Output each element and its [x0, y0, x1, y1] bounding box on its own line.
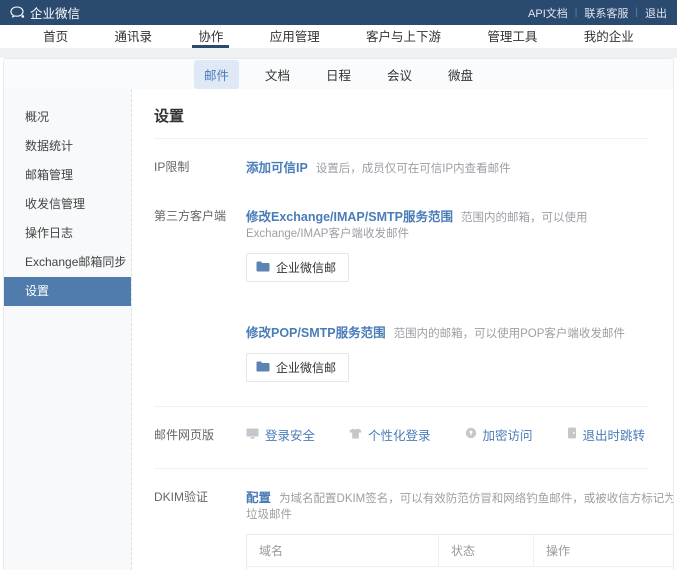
tab-docs[interactable]: 文档 — [255, 60, 300, 89]
chip-label: 企业微信邮 — [276, 259, 336, 276]
sidebar-item-exchange-sync[interactable]: Exchange邮箱同步 — [4, 248, 131, 277]
personalized-login-label: 个性化登录 — [368, 425, 431, 444]
webmail-links: 登录安全 个性化登录 加密访问 退出时跳转 — [246, 425, 649, 444]
encrypted-access-label: 加密访问 — [483, 425, 533, 444]
sidebar-item-send-receive[interactable]: 收发信管理 — [4, 190, 131, 219]
nav-item-customers[interactable]: 客户与上下游 — [360, 25, 447, 48]
mail-sidebar: 概况 数据统计 邮箱管理 收发信管理 操作日志 Exchange邮箱同步 设置 — [4, 89, 132, 570]
pop-scope-chip[interactable]: 企业微信邮 — [246, 353, 349, 382]
third-party-label: 第三方客户端 — [154, 206, 246, 382]
domain-cell: 988666.club — [247, 567, 439, 570]
brand-name: 企业微信 — [30, 3, 80, 22]
ip-restriction-row: IP限制 添加可信IP 设置后，成员仅可在可信IP内查看邮件 — [154, 157, 649, 176]
modify-pop-scope-link[interactable]: 修改POP/SMTP服务范围 — [246, 326, 386, 340]
separator: | — [635, 7, 638, 18]
pop-scope-desc: 范围内的邮箱，可以使用POP客户端收发邮件 — [394, 328, 625, 340]
logout-redirect-link[interactable]: 退出时跳转 — [567, 425, 646, 444]
logout-link[interactable]: 退出 — [645, 5, 667, 21]
dkim-desc: 为域名配置DKIM签名，可以有效防范仿冒和网络钓鱼邮件，或被收信方标记为垃圾邮件 — [246, 493, 673, 521]
sidebar-item-statistics[interactable]: 数据统计 — [4, 132, 131, 161]
folder-icon — [256, 261, 270, 275]
logout-redirect-label: 退出时跳转 — [583, 425, 646, 444]
nav-item-apps[interactable]: 应用管理 — [264, 25, 326, 48]
tshirt-icon — [349, 428, 362, 442]
tab-drive[interactable]: 微盘 — [438, 60, 483, 89]
third-party-content: 修改Exchange/IMAP/SMTP服务范围范围内的邮箱，可以使用Excha… — [246, 206, 649, 382]
door-icon — [567, 427, 577, 442]
panel-body: 概况 数据统计 邮箱管理 收发信管理 操作日志 Exchange邮箱同步 设置 … — [4, 89, 673, 570]
table-header-row: 域名 状态 操作 — [247, 535, 674, 567]
section-webmail: 邮件网页版 登录安全 个性化登录 加密访问 — [154, 407, 649, 468]
topbar-links: API文档 | 联系客服 | 退出 — [528, 5, 667, 21]
subtab-bar: 邮件 文档 日程 会议 微盘 — [4, 59, 673, 89]
modify-exchange-scope-link[interactable]: 修改Exchange/IMAP/SMTP服务范围 — [246, 210, 453, 224]
chip-label: 企业微信邮 — [276, 359, 336, 376]
nav-item-home[interactable]: 首页 — [37, 25, 74, 48]
main-nav: 首页 通讯录 协作 应用管理 客户与上下游 管理工具 我的企业 — [0, 25, 677, 48]
column-header-status: 状态 — [439, 535, 534, 567]
lock-icon — [465, 427, 477, 442]
webmail-label: 邮件网页版 — [154, 425, 246, 444]
sidebar-item-operation-log[interactable]: 操作日志 — [4, 219, 131, 248]
column-header-domain: 域名 — [247, 535, 439, 567]
topbar: 企业微信 API文档 | 联系客服 | 退出 — [0, 0, 677, 25]
sidebar-item-settings[interactable]: 设置 — [4, 277, 131, 306]
separator: | — [575, 7, 578, 18]
tab-calendar[interactable]: 日程 — [316, 60, 361, 89]
ip-restriction-content: 添加可信IP 设置后，成员仅可在可信IP内查看邮件 — [246, 157, 649, 176]
third-party-row: 第三方客户端 修改Exchange/IMAP/SMTP服务范围范围内的邮箱，可以… — [154, 206, 649, 382]
sidebar-item-mailbox-management[interactable]: 邮箱管理 — [4, 161, 131, 190]
page-background-gap — [0, 48, 677, 58]
contact-support-link[interactable]: 联系客服 — [584, 5, 628, 21]
webmail-row: 邮件网页版 登录安全 个性化登录 加密访问 — [154, 425, 649, 444]
nav-item-contacts[interactable]: 通讯录 — [109, 25, 159, 48]
monitor-icon — [246, 428, 259, 442]
tab-meeting[interactable]: 会议 — [377, 60, 422, 89]
dkim-domain-table: 域名 状态 操作 988666.club 已验证 查看配置 — [246, 534, 673, 570]
api-docs-link[interactable]: API文档 — [528, 5, 568, 21]
personalized-login-link[interactable]: 个性化登录 — [349, 425, 431, 444]
add-trusted-ip-link[interactable]: 添加可信IP — [246, 161, 308, 175]
dkim-configure-link[interactable]: 配置 — [246, 491, 271, 505]
dkim-label: DKIM验证 — [154, 487, 246, 570]
wework-logo-icon — [10, 6, 25, 19]
ip-restriction-label: IP限制 — [154, 157, 246, 176]
brand: 企业微信 — [10, 3, 80, 22]
encrypted-access-link[interactable]: 加密访问 — [465, 425, 533, 444]
pop-scope-block: 修改POP/SMTP服务范围范围内的邮箱，可以使用POP客户端收发邮件 企业微信… — [246, 322, 649, 382]
section-ip-and-clients: IP限制 添加可信IP 设置后，成员仅可在可信IP内查看邮件 第三方客户端 修改E… — [154, 139, 649, 406]
page-title: 设置 — [154, 99, 649, 138]
login-security-link[interactable]: 登录安全 — [246, 425, 315, 444]
table-row: 988666.club 已验证 查看配置 — [247, 567, 674, 570]
nav-item-admin-tools[interactable]: 管理工具 — [481, 25, 543, 48]
exchange-scope-block: 修改Exchange/IMAP/SMTP服务范围范围内的邮箱，可以使用Excha… — [246, 206, 649, 282]
status-cell: 已验证 — [439, 567, 534, 570]
exchange-scope-chip[interactable]: 企业微信邮 — [246, 253, 349, 282]
login-security-label: 登录安全 — [265, 425, 315, 444]
settings-content: 设置 IP限制 添加可信IP 设置后，成员仅可在可信IP内查看邮件 第三方客户端 … — [132, 89, 673, 570]
dkim-content: 配置为域名配置DKIM签名，可以有效防范仿冒和网络钓鱼邮件，或被收信方标记为垃圾… — [246, 487, 673, 570]
section-dkim: DKIM验证 配置为域名配置DKIM签名，可以有效防范仿冒和网络钓鱼邮件，或被收… — [154, 469, 649, 570]
sidebar-item-overview[interactable]: 概况 — [4, 103, 131, 132]
ip-restriction-desc: 设置后，成员仅可在可信IP内查看邮件 — [316, 163, 511, 175]
column-header-action: 操作 — [534, 535, 674, 567]
nav-item-my-company[interactable]: 我的企业 — [578, 25, 640, 48]
tab-mail[interactable]: 邮件 — [194, 60, 239, 89]
dkim-row: DKIM验证 配置为域名配置DKIM签名，可以有效防范仿冒和网络钓鱼邮件，或被收… — [154, 487, 649, 570]
nav-item-collaboration[interactable]: 协作 — [192, 25, 229, 48]
action-cell: 查看配置 — [534, 567, 674, 570]
collaboration-panel: 邮件 文档 日程 会议 微盘 概况 数据统计 邮箱管理 收发信管理 操作日志 E… — [3, 58, 674, 570]
folder-icon — [256, 361, 270, 375]
